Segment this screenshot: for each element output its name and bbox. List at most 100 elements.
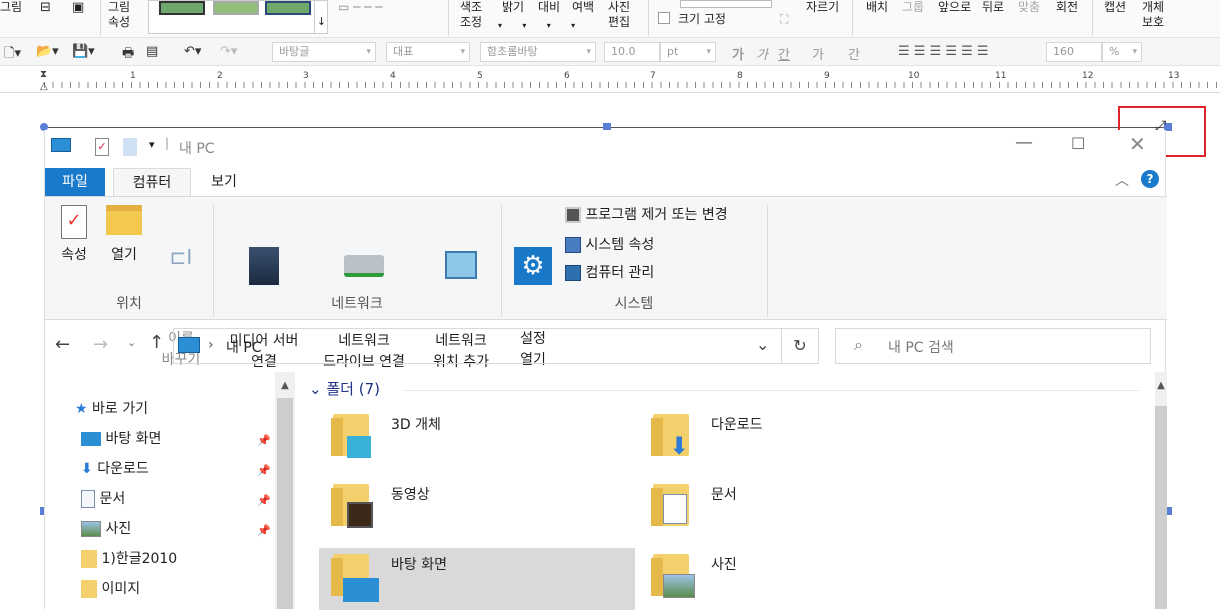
outline-combo[interactable]: 대표 ▾ (386, 42, 470, 62)
preview-icon[interactable]: ▤ (146, 44, 158, 59)
qa-dropdown-icon[interactable]: ▾ (149, 138, 155, 151)
back-arrow-icon[interactable]: ← (55, 334, 70, 355)
size-field[interactable] (680, 0, 772, 8)
pin-icon[interactable]: 📌 (257, 434, 271, 447)
tab-file[interactable]: 파일 (45, 168, 105, 196)
scroll-up-arrow-icon[interactable]: ▲ (1155, 380, 1167, 391)
italic-button[interactable]: 가 (756, 44, 768, 63)
size-fixed-checkbox[interactable] (658, 12, 670, 24)
font-size-unit[interactable]: pt ▾ (660, 42, 716, 62)
print-icon[interactable]: 🖶 (122, 44, 134, 66)
title-bar[interactable]: ✓ ▾ | 내 PC — ☐ ✕ (45, 130, 1167, 166)
nav-scrollbar[interactable]: ▲ (275, 372, 295, 609)
folder-pictures[interactable]: 사진 (639, 548, 955, 610)
nav-downloads[interactable]: ⬇ 다운로드 (81, 456, 149, 482)
rotate-button[interactable]: 회전 (1056, 0, 1078, 15)
object-protect-button[interactable]: 개체 보호 (1142, 0, 1164, 30)
forward-arrow-icon[interactable]: → (93, 334, 108, 355)
open-folder-icon[interactable]: 📂▾ (36, 44, 59, 59)
picture-small-icon[interactable]: ▣ (72, 0, 84, 15)
properties-qa-icon[interactable]: ✓ (95, 138, 109, 156)
ruler-tab-marker[interactable]: △ (40, 81, 48, 92)
crop-button[interactable]: 자르기 (806, 0, 839, 15)
undo-icon[interactable]: ↶▾ (184, 44, 201, 59)
new-document-icon[interactable]: 🗋▾ (4, 44, 21, 66)
photo-edit-button[interactable]: 사진 편집 (608, 0, 630, 30)
open-button[interactable]: 열기 (101, 205, 147, 266)
pin-icon[interactable]: 📌 (257, 494, 271, 507)
ruler-indent-marker[interactable]: ⧗ (40, 69, 47, 80)
nav-desktop[interactable]: 바탕 화면 (81, 426, 161, 452)
content-scroll-thumb[interactable] (1155, 406, 1167, 609)
font-size-field[interactable]: 10.0 (604, 42, 660, 62)
arrange-button[interactable]: 배치 (866, 0, 888, 15)
contrast-button[interactable]: 대비 (538, 0, 560, 15)
resize-icon[interactable]: ⛶ (780, 12, 788, 27)
nav-folder-images[interactable]: 이미지 (81, 576, 140, 602)
nav-scroll-thumb[interactable] (277, 398, 293, 609)
computer-management-button[interactable]: 컴퓨터 관리 (565, 263, 654, 284)
up-arrow-icon[interactable]: ↑ (149, 332, 164, 353)
font-combo[interactable]: 함초롬바탕 ▾ (480, 42, 596, 62)
underline-button[interactable]: 간 (778, 44, 790, 63)
nav-quick-access[interactable]: ★ 바로 가기 (75, 396, 148, 422)
save-icon[interactable]: 💾▾ (72, 44, 95, 59)
explorer-window[interactable]: ✓ ▾ | 내 PC — ☐ ✕ 파일 컴퓨터 보기 ︿ ? ✓ 속성 열기 ⊏… (44, 130, 1167, 610)
picture-style-gallery[interactable] (148, 0, 328, 34)
folder-3d-objects[interactable]: 3D 개체 (319, 408, 635, 470)
folders-group-header[interactable]: ⌄ 폴더 (7) (309, 378, 380, 399)
maximize-button[interactable]: ☐ (1071, 134, 1085, 153)
picture-properties-button[interactable]: 그림 속성 (108, 0, 130, 30)
help-icon[interactable]: ? (1141, 170, 1159, 188)
nav-folder-hangul[interactable]: 1)한글2010 (81, 546, 177, 572)
caption-button[interactable]: 캡션 (1104, 0, 1126, 15)
bring-front-button[interactable]: 앞으로 (938, 0, 971, 15)
close-button[interactable]: ✕ (1129, 132, 1146, 156)
align-justify-icon[interactable]: ☰ ☰ ☰ ☰ ☰ ☰ (898, 44, 989, 59)
style-thumb-1[interactable] (159, 1, 205, 15)
properties-button[interactable]: ✓ 속성 (51, 205, 97, 266)
gallery-scroll-down[interactable]: ↓ (314, 0, 328, 34)
tab-view[interactable]: 보기 (199, 168, 249, 196)
search-box[interactable]: ⌕ 내 PC 검색 (835, 328, 1151, 364)
send-back-button[interactable]: 뒤로 (982, 0, 1004, 15)
content-scrollbar[interactable]: ▲ (1155, 372, 1167, 609)
crop-small-icon[interactable]: ⊟ (40, 0, 51, 15)
recent-locations-icon[interactable]: ⌄ (127, 336, 136, 349)
collapse-ribbon-icon[interactable]: ︿ (1115, 170, 1129, 190)
address-dropdown-icon[interactable]: ⌄ (756, 335, 769, 354)
tab-computer[interactable]: 컴퓨터 (113, 168, 191, 196)
scroll-up-arrow-icon[interactable]: ▲ (275, 380, 295, 391)
refresh-icon[interactable]: ↻ (781, 328, 819, 364)
folder-videos[interactable]: 동영상 (319, 478, 635, 540)
group-button[interactable]: 그룹 (902, 0, 924, 15)
line-spacing-unit[interactable]: % ▾ (1102, 42, 1142, 62)
style-thumb-3[interactable] (265, 1, 311, 15)
pin-icon[interactable]: 📌 (257, 524, 271, 537)
address-bar[interactable]: › 내 PC ⌄ (173, 328, 819, 364)
align-button[interactable]: 맞춤 (1018, 0, 1040, 15)
nav-documents[interactable]: 문서 (81, 486, 125, 512)
folder-downloads[interactable]: ⬇ 다운로드 (639, 408, 955, 470)
picture-button[interactable]: 그림 (0, 0, 22, 15)
uninstall-button[interactable]: 프로그램 제거 또는 변경 (565, 205, 728, 226)
horizontal-ruler[interactable]: ⧗ 1 2 3 4 5 6 7 8 9 10 11 12 13 △ (0, 67, 1220, 93)
redo-icon[interactable]: ↷▾ (220, 44, 237, 59)
style-thumb-2[interactable] (213, 1, 259, 15)
system-properties-button[interactable]: 시스템 속성 (565, 235, 654, 256)
bold-button[interactable]: 가 (732, 44, 744, 63)
margin-button[interactable]: 여백 (572, 0, 594, 15)
highlight-button[interactable]: 간 (848, 44, 860, 63)
pin-icon[interactable]: 📌 (257, 464, 271, 477)
folder-documents[interactable]: 문서 (639, 478, 955, 540)
minimize-button[interactable]: — (1015, 132, 1033, 153)
brightness-button[interactable]: 밝기 (502, 0, 524, 15)
picture-effect-button[interactable]: ▭ ─ ─ ─ (338, 0, 382, 15)
new-folder-qa-icon[interactable] (123, 138, 137, 156)
folder-desktop[interactable]: 바탕 화면 (319, 548, 635, 610)
font-color-button[interactable]: 가 (812, 44, 824, 63)
breadcrumb-this-pc[interactable]: 내 PC (226, 337, 262, 357)
style-combo[interactable]: 바탕글 ▾ (272, 42, 376, 62)
line-spacing-field[interactable]: 160 (1046, 42, 1102, 62)
color-adjust-button[interactable]: 색조 조정 (460, 0, 482, 30)
